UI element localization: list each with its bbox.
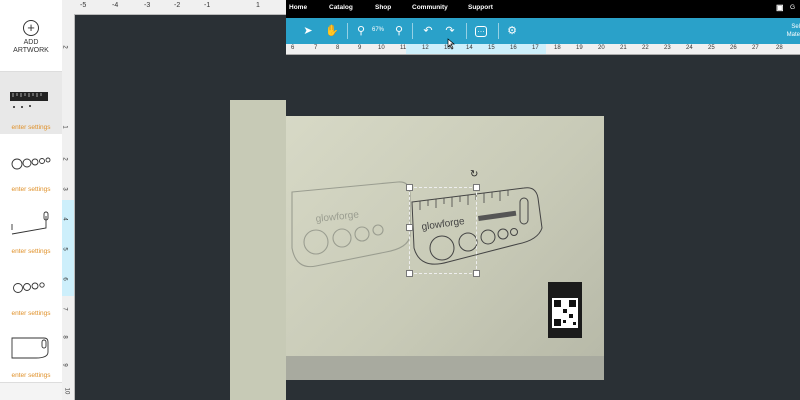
circles-small-thumbnail-icon: [13, 282, 45, 293]
ruler-tick: 12: [422, 45, 429, 51]
ruler-tick: 17: [532, 45, 539, 51]
resize-handle[interactable]: [406, 270, 413, 277]
undo-icon[interactable]: ↶: [421, 24, 435, 38]
artwork-item-4[interactable]: enter settings: [0, 258, 62, 321]
nav-shop[interactable]: Shop: [375, 4, 391, 11]
ruler-tick: 26: [730, 45, 737, 51]
vertical-ruler: 2 1 2 3 4 5 6 7 8 9 10: [62, 14, 75, 400]
photo-brand-text: glowforge: [315, 209, 360, 225]
artwork-item-1[interactable]: enter settings: [0, 72, 62, 135]
circles-thumbnail-icon: [11, 157, 51, 170]
artwork-item-5[interactable]: enter settings: [0, 320, 62, 383]
ruler-tick: 1: [61, 125, 68, 129]
ruler-tick: 10: [63, 387, 70, 395]
more-options-icon[interactable]: …: [475, 26, 487, 37]
zoom-level: 67%: [372, 27, 385, 33]
ruler-tick: 28: [776, 45, 783, 51]
nav-home[interactable]: Home: [289, 4, 307, 11]
ruler-tick: 2: [61, 45, 68, 49]
outline-thumbnail-icon: [11, 211, 49, 235]
nav-catalog[interactable]: Catalog: [329, 4, 353, 11]
qr-code-label: [548, 282, 582, 338]
ruler-tick: 21: [620, 45, 627, 51]
ruler-tick: 25: [708, 45, 715, 51]
ruler-tick: -4: [112, 2, 119, 9]
user-initial[interactable]: G: [790, 4, 795, 11]
ruler-tick: 9: [358, 45, 362, 51]
enter-settings-link[interactable]: enter settings: [0, 310, 62, 317]
ruler-tick: 27: [752, 45, 759, 51]
ruler-tick: 10: [378, 45, 385, 51]
ruler-tick: 11: [400, 45, 407, 51]
mouse-cursor-icon: [447, 38, 455, 50]
ruler-tick: 23: [664, 45, 671, 51]
ruler-thumbnail-icon: [10, 92, 48, 108]
add-artwork-button[interactable]: + ADD ARTWORK: [0, 0, 62, 72]
select-arrow-icon[interactable]: ➤: [301, 24, 315, 38]
enter-settings-link[interactable]: enter settings: [0, 248, 62, 255]
ruler-tick: 2: [61, 157, 68, 161]
ruler-tick: 14: [466, 45, 473, 51]
ruler-tick: 8: [61, 335, 68, 339]
enter-settings-link[interactable]: enter settings: [0, 186, 62, 193]
ruler-tick: 7: [314, 45, 318, 51]
plus-icon: +: [23, 20, 39, 36]
photographed-ruler-icon: glowforge: [291, 181, 411, 268]
ruler-tick: -2: [174, 2, 181, 9]
resize-handle[interactable]: [473, 184, 480, 191]
ruler-tick: 15: [488, 45, 495, 51]
artwork-item-3[interactable]: enter settings: [0, 196, 62, 259]
editor-toolbar: ➤ ✋ ⚲ 67% ⚲ ↶ ↷ … ⚙ Sel Mate: [286, 18, 800, 44]
ruler-tick: 4: [61, 217, 68, 221]
ruler-tick: 5: [61, 247, 68, 251]
shape-thumbnail-icon: [11, 337, 49, 359]
ruler-tick: 16: [510, 45, 517, 51]
artwork-sidebar: + ADD ARTWORK enter settings enter setti…: [0, 0, 63, 400]
ruler-tick: 9: [61, 363, 68, 367]
add-artwork-label: ADD ARTWORK: [13, 39, 49, 54]
ruler-tick: 8: [336, 45, 340, 51]
material-edge-strip: [230, 100, 286, 400]
ruler-tick: 19: [576, 45, 583, 51]
select-material-button[interactable]: Sel Mate: [774, 23, 800, 39]
ruler-tick: 22: [642, 45, 649, 51]
zoom-in-icon[interactable]: ⚲: [392, 24, 406, 38]
enter-settings-link[interactable]: enter settings: [0, 124, 62, 131]
horizontal-ruler-right: 6 7 8 9 10 11 12 13 14 15 16 17 18 19 20…: [286, 44, 800, 55]
ruler-tick: 1: [256, 2, 260, 9]
ruler-tick: -5: [80, 2, 87, 9]
hand-pan-icon[interactable]: ✋: [325, 24, 339, 38]
resize-handle[interactable]: [473, 270, 480, 277]
resize-handle[interactable]: [406, 224, 413, 231]
nav-community[interactable]: Community: [412, 4, 448, 11]
ruler-tick: 6: [61, 277, 68, 281]
ruler-tick: 6: [291, 45, 295, 51]
ruler-tick: -1: [204, 2, 211, 9]
gear-icon[interactable]: ⚙: [505, 24, 519, 38]
artwork-item-2[interactable]: enter settings: [0, 134, 62, 197]
ruler-tick: 18: [554, 45, 561, 51]
top-navigation: Home Catalog Shop Community Support ▣ G: [286, 0, 800, 18]
horizontal-ruler-left: -5 -4 -3 -2 -1 1: [62, 0, 286, 15]
gift-icon[interactable]: ▣: [776, 3, 784, 12]
ruler-tick: -3: [144, 2, 151, 9]
zoom-out-icon[interactable]: ⚲: [354, 24, 368, 38]
ruler-tick: 20: [598, 45, 605, 51]
ruler-tick: 24: [686, 45, 693, 51]
enter-settings-link[interactable]: enter settings: [0, 372, 62, 379]
ruler-tick: 7: [61, 307, 68, 311]
nav-support[interactable]: Support: [468, 4, 493, 11]
resize-handle[interactable]: [406, 184, 413, 191]
ruler-tick: 3: [61, 187, 68, 191]
selection-box[interactable]: [406, 184, 480, 277]
redo-icon[interactable]: ↷: [443, 24, 457, 38]
rotate-handle-icon[interactable]: ↻: [470, 170, 480, 180]
